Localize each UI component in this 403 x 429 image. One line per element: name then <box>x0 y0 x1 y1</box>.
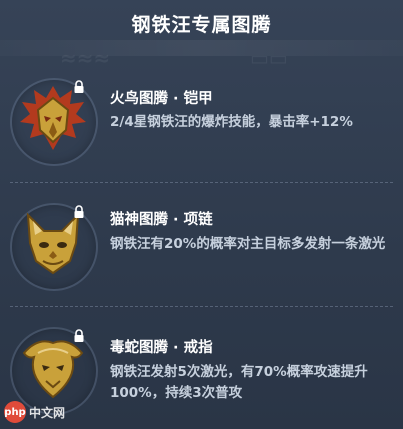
totem-description: 2/4星钢铁汪的爆炸技能，暴击率+12% <box>110 114 353 130</box>
totem-row-catgod[interactable]: 猫神图腾 · 项链 钢铁汪有20%的概率对主目标多发射一条激光 <box>0 183 403 306</box>
totem-name: 毒蛇图腾 · 戒指 <box>110 340 213 356</box>
totem-description: 钢铁汪发射5次激光，有70%概率攻速提升100%，持续3次普攻 <box>110 364 368 401</box>
firebird-totem-icon <box>20 86 86 150</box>
totem-name: 猫神图腾 · 项链 <box>110 212 213 228</box>
lock-icon <box>74 80 84 93</box>
catgod-totem-icon <box>26 212 80 275</box>
panel-title: 钢铁汪专属图腾 <box>131 14 272 36</box>
watermark-text: 中文网 <box>29 405 66 420</box>
site-watermark: php 中文网 <box>4 401 65 423</box>
lock-icon <box>74 329 84 342</box>
totem-name: 火鸟图腾 · 铠甲 <box>110 91 213 107</box>
totem-row-firebird[interactable]: 火鸟图腾 · 铠甲 2/4星钢铁汪的爆炸技能，暴击率+12% <box>0 60 403 182</box>
totem-description: 钢铁汪有20%的概率对主目标多发射一条激光 <box>110 236 386 252</box>
lock-icon <box>74 205 84 218</box>
viper-totem-icon <box>22 340 84 399</box>
watermark-logo: php <box>4 401 26 423</box>
